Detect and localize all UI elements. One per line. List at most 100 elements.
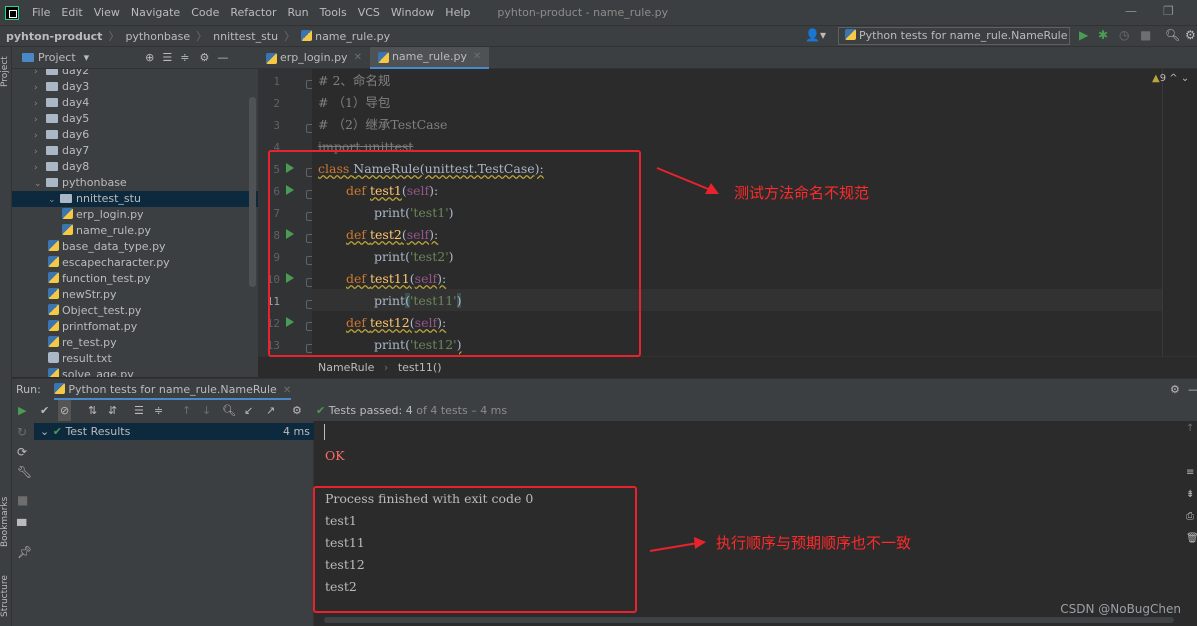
hide-icon[interactable]: —: [1188, 379, 1197, 400]
menu-code[interactable]: Code: [191, 6, 219, 19]
tree-item[interactable]: › day2: [12, 69, 258, 79]
sort-duration-icon[interactable]: ⇵: [108, 400, 117, 421]
settings-gear-icon[interactable]: ⚙: [1185, 28, 1196, 42]
debug-icon[interactable]: ✱: [1098, 28, 1108, 42]
tree-item[interactable]: result.txt: [12, 351, 258, 367]
search-icon[interactable]: 🔍︎: [1165, 28, 1180, 42]
menu-window[interactable]: Window: [391, 6, 434, 19]
horizontal-scrollbar[interactable]: [324, 617, 1174, 623]
breadcrumb-method[interactable]: test11(): [398, 361, 442, 374]
breadcrumb-file[interactable]: name_rule.py: [301, 29, 390, 43]
rerun-icon[interactable]: ▶: [18, 400, 26, 421]
expand-all-icon[interactable]: ☰: [134, 400, 144, 421]
zoom-icon[interactable]: 🔍︎: [222, 400, 236, 421]
menu-file[interactable]: File: [32, 6, 50, 19]
chevron-right-icon[interactable]: ›: [34, 144, 46, 160]
next-failed-icon[interactable]: ↓: [202, 400, 211, 421]
restore-icon[interactable]: ❐: [1163, 4, 1174, 18]
trash-icon[interactable]: 🗑︎: [1186, 533, 1197, 544]
menu-refactor[interactable]: Refactor: [230, 6, 276, 19]
pin-icon[interactable]: 📌︎: [17, 545, 32, 559]
chevron-down-icon[interactable]: ▾: [84, 51, 90, 64]
tree-item[interactable]: Object_test.py: [12, 303, 258, 319]
expand-all-icon[interactable]: ☰: [162, 51, 172, 64]
tree-scrollbar[interactable]: [249, 97, 256, 287]
layout-icon[interactable]: ▀: [17, 519, 26, 533]
tree-item[interactable]: solve_age.py: [12, 367, 258, 377]
breadcrumb-nnittest[interactable]: nnittest_stu: [213, 30, 278, 43]
wrench-icon[interactable]: 🔧︎: [17, 465, 32, 479]
tree-item[interactable]: escapecharacter.py: [12, 255, 258, 271]
tree-item[interactable]: ⌄ nnittest_stu: [12, 191, 258, 207]
chevron-down-icon[interactable]: ⌄: [48, 192, 60, 208]
user-icon[interactable]: 👤▾: [805, 28, 826, 42]
chevron-right-icon[interactable]: ›: [34, 80, 46, 96]
chevron-right-icon[interactable]: ›: [34, 96, 46, 112]
breadcrumb-project[interactable]: pyhton-product: [6, 30, 102, 43]
run-settings-gear-icon[interactable]: ⚙: [1170, 379, 1180, 400]
menu-run[interactable]: Run: [288, 6, 309, 19]
toggle-auto-test-icon[interactable]: ⟳: [17, 445, 27, 459]
prev-failed-icon[interactable]: ↑: [182, 400, 191, 421]
chevron-right-icon[interactable]: ›: [34, 128, 46, 144]
breadcrumb-class[interactable]: NameRule: [318, 361, 374, 374]
breadcrumb-pythonbase[interactable]: pythonbase: [125, 30, 190, 43]
locate-icon[interactable]: ⊕: [145, 51, 154, 64]
show-ignored-icon[interactable]: ⊘: [58, 400, 72, 421]
sort-alpha-icon[interactable]: ⇅: [88, 400, 97, 421]
chevron-down-icon[interactable]: ⌄: [34, 176, 46, 192]
scroll-up-icon[interactable]: ↑: [1186, 423, 1194, 434]
menu-navigate[interactable]: Navigate: [131, 6, 180, 19]
bookmarks-tool-label[interactable]: Bookmarks: [0, 497, 10, 547]
tree-item[interactable]: › day3: [12, 79, 258, 95]
print-icon[interactable]: ⎙: [1186, 511, 1194, 522]
chevron-right-icon[interactable]: ›: [34, 160, 46, 176]
tree-item[interactable]: › day6: [12, 127, 258, 143]
test-settings-icon[interactable]: ⚙: [292, 400, 302, 421]
run-icon[interactable]: ▶: [1079, 28, 1088, 42]
tree-item[interactable]: erp_login.py: [12, 207, 258, 223]
wrap-icon[interactable]: ≡: [1186, 467, 1194, 478]
run-tab[interactable]: Python tests for name_rule.NameRule ✕: [54, 383, 292, 400]
tree-item[interactable]: newStr.py: [12, 287, 258, 303]
tree-item[interactable]: re_test.py: [12, 335, 258, 351]
collapse-all-icon[interactable]: ≑: [154, 400, 163, 421]
menu-view[interactable]: View: [94, 6, 120, 19]
close-icon[interactable]: ✕: [354, 47, 362, 69]
menu-tools[interactable]: Tools: [320, 6, 347, 19]
test-results-row[interactable]: ⌄ ✔ Test Results 4 ms: [34, 423, 314, 440]
tree-item[interactable]: › day8: [12, 159, 258, 175]
tree-item[interactable]: › day7: [12, 143, 258, 159]
menu-help[interactable]: Help: [445, 6, 470, 19]
hide-icon[interactable]: —: [217, 51, 228, 64]
menu-vcs[interactable]: VCS: [358, 6, 380, 19]
export-tests-icon[interactable]: ↗: [266, 400, 275, 421]
close-icon[interactable]: ✕: [283, 385, 291, 396]
scroll-end-icon[interactable]: ⇟: [1186, 489, 1194, 500]
project-view-select[interactable]: Project: [38, 51, 76, 64]
menu-edit[interactable]: Edit: [61, 6, 82, 19]
import-tests-icon[interactable]: ↙: [244, 400, 253, 421]
warning-indicator[interactable]: ▲9 ^ ⌄: [1152, 73, 1189, 84]
tab-name-rule[interactable]: name_rule.py ✕: [369, 46, 490, 69]
options-gear-icon[interactable]: ⚙: [199, 51, 209, 64]
stop-icon[interactable]: ■: [17, 493, 28, 507]
minimize-icon[interactable]: —: [1125, 4, 1137, 18]
tree-item[interactable]: base_data_type.py: [12, 239, 258, 255]
show-passed-icon[interactable]: ✔: [40, 400, 49, 421]
tab-erp-login[interactable]: erp_login.py ✕: [258, 47, 370, 69]
project-tool-label[interactable]: Project: [0, 56, 10, 87]
close-icon[interactable]: ✕: [473, 46, 481, 68]
rerun-failed-icon[interactable]: ↻: [17, 425, 27, 439]
tree-item[interactable]: › day5: [12, 111, 258, 127]
run-configuration-select[interactable]: Python tests for name_rule.NameRule ▾: [838, 27, 1070, 58]
coverage-icon[interactable]: ◷: [1119, 28, 1129, 42]
collapse-all-icon[interactable]: ≑: [180, 51, 189, 64]
tree-item[interactable]: ⌄ pythonbase: [12, 175, 258, 191]
tree-item[interactable]: function_test.py: [12, 271, 258, 287]
stop-icon[interactable]: ■: [1140, 28, 1151, 42]
tree-item[interactable]: printfomat.py: [12, 319, 258, 335]
tree-item[interactable]: name_rule.py: [12, 223, 258, 239]
structure-tool-label[interactable]: Structure: [0, 575, 10, 617]
chevron-right-icon[interactable]: ›: [34, 112, 46, 128]
